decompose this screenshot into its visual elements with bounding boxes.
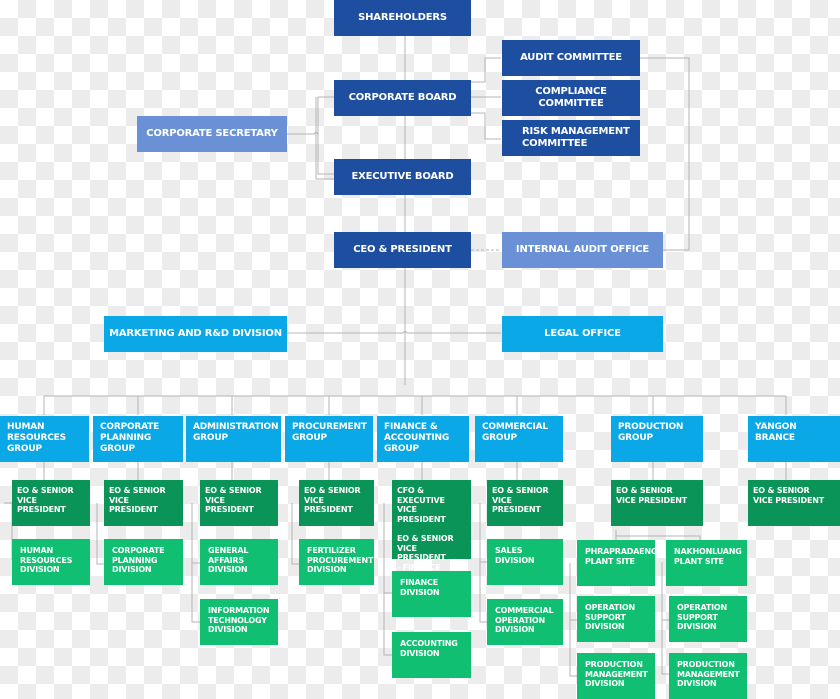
division-human-resources[interactable]: HUMAN RESOURCES DIVISION (12, 539, 90, 585)
audit-committee-box[interactable]: AUDIT COMMITTEE (502, 40, 640, 76)
marketing-rd-division-label: MARKETING AND R&D DIVISION (109, 328, 282, 339)
legal-office-box[interactable]: LEGAL OFFICE (502, 316, 663, 352)
division-sales[interactable]: SALES DIVISION (487, 539, 563, 585)
exec-finance-accounting[interactable]: CFO & EXECUTIVE VICE PRESIDENT EO & SENI… (392, 480, 471, 572)
group-finance-accounting[interactable]: FINANCE & ACCOUNTING GROUP (377, 416, 469, 462)
group-commercial[interactable]: COMMERCIAL GROUP (475, 416, 563, 462)
exec-administration[interactable]: EO & SENIOR VICE PRESIDENT (200, 480, 278, 526)
division-commercial-operation[interactable]: COMMERCIAL OPERATION DIVISION (487, 599, 563, 645)
group-production[interactable]: PRODUCTION GROUP (611, 416, 703, 462)
division-phrapradaeng-production-management[interactable]: PRODUCTION MANAGEMENT DIVISION (577, 653, 655, 699)
committee-connector (471, 57, 501, 140)
audit-connector (640, 57, 690, 251)
legal-office-label: LEGAL OFFICE (544, 328, 621, 339)
exec-human-resources[interactable]: EO & SENIOR VICE PRESIDENT (12, 480, 90, 526)
ceo-president-box[interactable]: CEO & PRESIDENT (334, 232, 471, 268)
ceo-president-label: CEO & PRESIDENT (353, 244, 452, 255)
corporate-board-label: CORPORATE BOARD (348, 92, 457, 103)
division-fertilizer-procurement[interactable]: FERTILIZER PROCUREMENT DIVISION (299, 539, 374, 585)
division-finance[interactable]: FINANCE DIVISION (392, 571, 471, 617)
division-accounting[interactable]: ACCOUNTING DIVISION (392, 632, 471, 678)
division-general-affairs[interactable]: GENERAL AFFAIRS DIVISION (200, 539, 278, 585)
division-nakhonluang-operation-support[interactable]: OPERATION SUPPORT DIVISION (669, 596, 747, 642)
compliance-committee-box[interactable]: COMPLIANCE COMMITTEE (502, 80, 640, 116)
plant-phrapradaeng[interactable]: PHRAPRADAENG PLANT SITE (577, 540, 657, 586)
executive-board-box[interactable]: EXECUTIVE BOARD (334, 159, 471, 195)
exec-corporate-planning[interactable]: EO & SENIOR VICE PRESIDENT (104, 480, 183, 526)
internal-audit-office-label: INTERNAL AUDIT OFFICE (515, 244, 650, 255)
executive-board-label: EXECUTIVE BOARD (351, 171, 454, 182)
risk-management-committee-label: RISK MANAGEMENT COMMITTEE (522, 126, 630, 149)
secretary-connector (287, 96, 334, 175)
internal-audit-office-box[interactable]: INTERNAL AUDIT OFFICE (502, 232, 663, 268)
corporate-board-box[interactable]: CORPORATE BOARD (334, 80, 471, 116)
group-administration[interactable]: ADMINISTRATION GROUP (186, 416, 281, 462)
compliance-committee-label: COMPLIANCE COMMITTEE (535, 86, 607, 109)
group-human-resources[interactable]: HUMAN RESOURCES GROUP (0, 416, 89, 462)
division-nakhonluang-production-management[interactable]: PRODUCTION MANAGEMENT DIVISION (669, 653, 747, 699)
exec-production[interactable]: EO & SENIOR VICE PRESIDENT (611, 480, 703, 526)
division-corporate-planning[interactable]: CORPORATE PLANNING DIVISION (104, 539, 183, 585)
group-yangon-branch[interactable]: YANGON BRANCE (748, 416, 840, 462)
division-information-technology[interactable]: INFORMATION TECHNOLOGY DIVISION (200, 599, 278, 645)
group-corporate-planning[interactable]: CORPORATE PLANNING GROUP (93, 416, 183, 462)
audit-committee-label: AUDIT COMMITTEE (520, 52, 622, 63)
shareholders-box[interactable]: SHAREHOLDERS (334, 0, 471, 36)
exec-commercial[interactable]: EO & SENIOR VICE PRESIDENT (487, 480, 563, 526)
staff-connector (287, 330, 501, 334)
corporate-secretary-label: CORPORATE SECRETARY (146, 128, 278, 139)
marketing-rd-division-box[interactable]: MARKETING AND R&D DIVISION (104, 316, 287, 352)
exec-procurement[interactable]: EO & SENIOR VICE PRESIDENT (299, 480, 374, 526)
group-procurement[interactable]: PROCUREMENT GROUP (285, 416, 373, 462)
division-phrapradaeng-operation-support[interactable]: OPERATION SUPPORT DIVISION (577, 596, 655, 642)
shareholders-label: SHAREHOLDERS (358, 12, 447, 23)
risk-management-committee-box[interactable]: RISK MANAGEMENT COMMITTEE (502, 120, 640, 156)
plant-nakhonluang[interactable]: NAKHONLUANG PLANT SITE (666, 540, 747, 586)
exec-yangon-branch[interactable]: EO & SENIOR VICE PRESIDENT (748, 480, 840, 526)
corporate-secretary-box[interactable]: CORPORATE SECRETARY (137, 116, 287, 152)
